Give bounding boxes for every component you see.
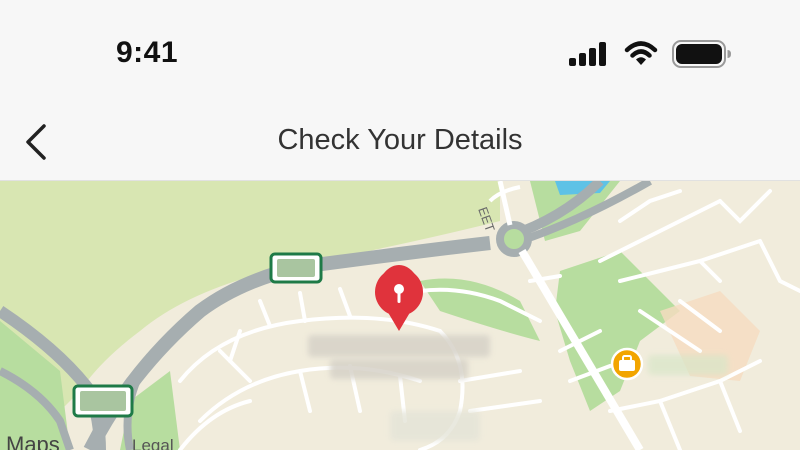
page-title: Check Your Details <box>277 124 523 156</box>
phone-screen: 9:41 Check Your Details EET Maps Legal <box>0 0 800 450</box>
redacted-poi-label <box>648 355 728 375</box>
battery-icon <box>672 40 731 68</box>
redacted-address-line <box>330 359 468 379</box>
map-attribution: Maps <box>6 432 60 450</box>
navigation-bar: Check Your Details <box>0 100 800 181</box>
redacted-address-line <box>308 335 490 357</box>
road-sign-marker <box>269 252 323 284</box>
redacted-map-label <box>390 411 480 441</box>
map-roundabout <box>496 221 532 257</box>
briefcase-icon[interactable] <box>610 347 644 381</box>
cellular-signal-icon <box>569 42 606 66</box>
road-sign-marker <box>72 384 134 418</box>
map-canvas: EET <box>0 181 800 450</box>
maps-brand-label: Maps <box>6 432 60 450</box>
status-time: 9:41 <box>116 36 179 69</box>
status-bar: 9:41 <box>0 0 800 100</box>
wifi-icon <box>624 41 658 65</box>
legal-link[interactable]: Legal <box>132 436 174 450</box>
map-view[interactable]: EET Maps Legal <box>0 181 800 450</box>
